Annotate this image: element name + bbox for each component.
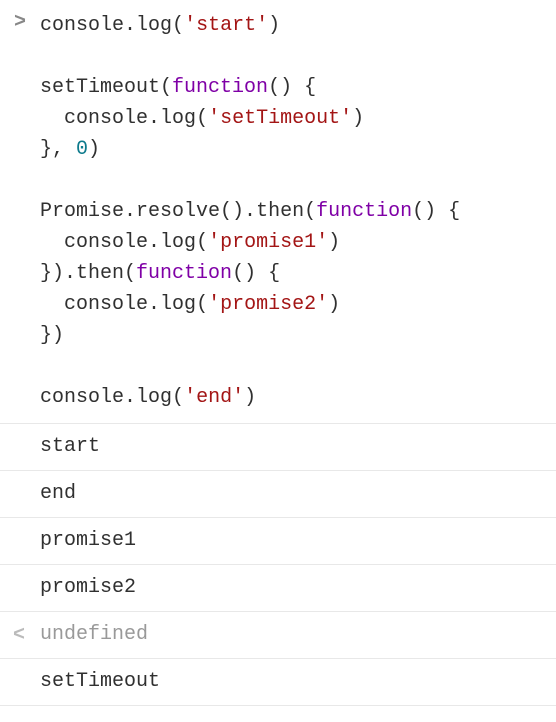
console-input-block: > console.log('start') setTimeout(functi…	[0, 0, 556, 424]
console-output-line: promise2	[0, 565, 556, 612]
console-output-line: start	[0, 424, 556, 471]
code-line-10: console.log('promise2')	[40, 289, 546, 320]
devtools-console[interactable]: > console.log('start') setTimeout(functi…	[0, 0, 556, 706]
console-return-line: < undefined	[0, 612, 556, 659]
code-line-1: console.log('start')	[40, 10, 546, 41]
code-line-4: console.log('setTimeout')	[40, 103, 546, 134]
console-output-line: end	[0, 471, 556, 518]
code-line-blank	[40, 165, 546, 196]
code-line-8: console.log('promise1')	[40, 227, 546, 258]
code-line-13: console.log('end')	[40, 382, 546, 413]
code-line-blank	[40, 351, 546, 382]
code-line-11: })	[40, 320, 546, 351]
code-line-9: }).then(function() {	[40, 258, 546, 289]
code-line-5: }, 0)	[40, 134, 546, 165]
console-output-line: promise1	[0, 518, 556, 565]
code-line-blank	[40, 41, 546, 72]
return-prompt-icon: <	[13, 621, 25, 651]
console-output-line: setTimeout	[0, 659, 556, 706]
code-line-7: Promise.resolve().then(function() {	[40, 196, 546, 227]
code-line-3: setTimeout(function() {	[40, 72, 546, 103]
return-value: undefined	[40, 623, 148, 646]
input-prompt-icon: >	[14, 11, 26, 34]
